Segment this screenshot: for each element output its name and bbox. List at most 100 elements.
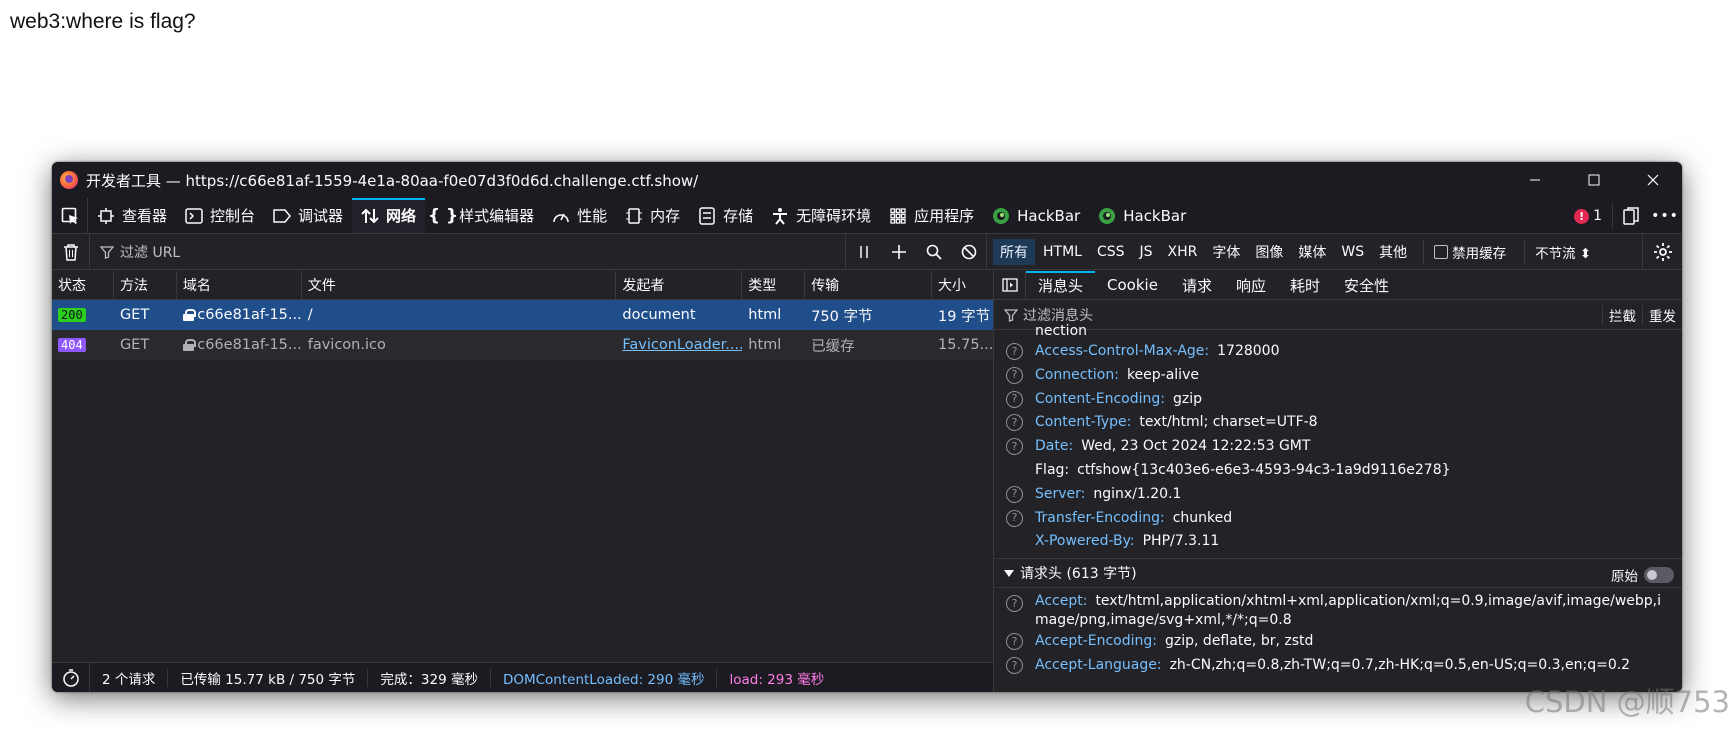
- tab-console[interactable]: 控制台: [176, 198, 264, 233]
- dock-icon: [1622, 207, 1639, 225]
- tab-accessibility[interactable]: 无障碍环境: [762, 198, 880, 233]
- lock-icon: [182, 309, 197, 321]
- tab-label: 内存: [650, 207, 681, 225]
- type-filter-image[interactable]: 图像: [1248, 239, 1290, 265]
- disable-cache-checkbox[interactable]: 禁用缓存: [1423, 239, 1506, 264]
- debugger-icon: [273, 207, 292, 225]
- add-button[interactable]: [881, 244, 916, 259]
- raw-toggle[interactable]: 原始: [1611, 565, 1674, 585]
- cell-transfer: 750 字节: [811, 308, 873, 325]
- tab-network[interactable]: 网络: [352, 198, 426, 233]
- tab-response[interactable]: 响应: [1224, 271, 1278, 299]
- performance-analysis-button[interactable]: [52, 662, 90, 692]
- column-domain[interactable]: 域名: [177, 271, 302, 299]
- type-filter-ws[interactable]: WS: [1334, 241, 1371, 263]
- header-row-flag: Flag: ctfshow{13c403e6-e6e3-4593-94c3-1a9…: [994, 459, 1682, 483]
- tab-timings[interactable]: 耗时: [1278, 271, 1332, 299]
- type-filter-other[interactable]: 其他: [1372, 239, 1414, 265]
- tab-label: 存储: [723, 207, 754, 225]
- more-options-button[interactable]: •••: [1648, 208, 1682, 224]
- minimize-icon: [1529, 179, 1540, 181]
- throttle-select[interactable]: 不节流 ⬍: [1524, 239, 1591, 264]
- tab-hackbar-2[interactable]: HackBar: [1089, 198, 1195, 233]
- cell-size: 15.75...: [938, 337, 993, 353]
- hackbar-icon: [992, 207, 1010, 225]
- memory-icon: [625, 207, 643, 225]
- tab-style-editor[interactable]: { } 样式编辑器: [425, 198, 543, 233]
- tab-label: 无障碍环境: [796, 207, 872, 225]
- cell-initiator: document: [622, 307, 696, 323]
- error-count-badge[interactable]: ! 1: [1564, 208, 1612, 224]
- table-row[interactable]: 404 GET c66e81af-15... favicon.ico Favic…: [52, 330, 993, 360]
- tab-memory[interactable]: 内存: [616, 198, 689, 233]
- hackbar-icon: [1098, 207, 1116, 225]
- block-button[interactable]: [951, 244, 986, 260]
- cell-domain: c66e81af-15...: [197, 337, 302, 353]
- toggle-panel-button[interactable]: [994, 271, 1026, 299]
- filter-url-placeholder: 过滤 URL: [120, 244, 181, 261]
- settings-button[interactable]: [1642, 234, 1682, 270]
- column-size[interactable]: 大小: [932, 271, 993, 299]
- header-row: ? Server: nginx/1.20.1: [994, 483, 1682, 507]
- network-filter-bar: 过滤 URL 所有 HTML CSS JS XHR 字体 图像 媒体 WS 其他…: [52, 233, 1682, 270]
- cell-domain: c66e81af-15...: [197, 307, 302, 323]
- cell-transfer: 已缓存: [811, 338, 855, 355]
- load-time: load: 293 毫秒: [729, 671, 825, 688]
- minimize-button[interactable]: [1505, 162, 1564, 198]
- cell-method: GET: [119, 337, 150, 353]
- tab-label: 控制台: [210, 207, 256, 225]
- tab-debugger[interactable]: 调试器: [264, 198, 352, 233]
- column-method[interactable]: 方法: [114, 271, 177, 299]
- header-row: ? Accept: text/html,application/xhtml+xml,…: [994, 588, 1682, 630]
- type-filter-font[interactable]: 字体: [1205, 239, 1247, 265]
- maximize-button[interactable]: [1564, 162, 1623, 198]
- type-filter-html[interactable]: HTML: [1036, 241, 1089, 263]
- help-icon[interactable]: ?: [1006, 343, 1023, 360]
- help-icon[interactable]: ?: [1006, 438, 1023, 456]
- tab-storage[interactable]: 存储: [689, 198, 762, 233]
- help-icon[interactable]: ?: [1006, 656, 1023, 674]
- column-initiator[interactable]: 发起者: [616, 271, 743, 299]
- type-filter-all[interactable]: 所有: [993, 238, 1035, 265]
- help-icon[interactable]: ?: [1006, 485, 1023, 503]
- header-row: ? Access-Control-Max-Age: 1728000: [994, 340, 1682, 364]
- raw-label: 原始: [1611, 569, 1638, 586]
- type-filter-css[interactable]: CSS: [1090, 241, 1132, 263]
- filter-url-input[interactable]: 过滤 URL: [90, 233, 846, 270]
- tab-inspector[interactable]: 查看器: [88, 198, 176, 233]
- tab-application[interactable]: 应用程序: [880, 198, 983, 233]
- type-filter-media[interactable]: 媒体: [1291, 239, 1333, 265]
- cell-file: /: [307, 307, 313, 323]
- type-filter-js[interactable]: JS: [1133, 241, 1160, 263]
- type-filter-xhr[interactable]: XHR: [1161, 241, 1205, 263]
- table-row[interactable]: 200 GET c66e81af-15... / document html 7…: [52, 300, 993, 330]
- dom-content-loaded-time: DOMContentLoaded: 290 毫秒: [491, 668, 718, 688]
- help-icon[interactable]: ?: [1006, 595, 1023, 613]
- request-list-panel: 状态 方法 域名 文件 发起者 类型 传输 大小 200 GET c66e81a…: [52, 271, 994, 692]
- initiator-link[interactable]: FaviconLoader....: [622, 337, 742, 353]
- tab-cookies[interactable]: Cookie: [1095, 271, 1170, 299]
- tab-headers[interactable]: 消息头: [1026, 271, 1096, 299]
- help-icon[interactable]: ?: [1006, 633, 1023, 651]
- search-button[interactable]: [916, 244, 951, 260]
- help-icon[interactable]: ?: [1006, 366, 1023, 384]
- column-status[interactable]: 状态: [52, 271, 114, 299]
- tab-performance[interactable]: 性能: [543, 198, 616, 233]
- column-file[interactable]: 文件: [302, 271, 617, 299]
- help-icon[interactable]: ?: [1006, 414, 1023, 432]
- help-icon[interactable]: ?: [1006, 390, 1023, 408]
- close-button[interactable]: [1623, 162, 1682, 198]
- tab-request[interactable]: 请求: [1170, 271, 1224, 299]
- tab-hackbar-1[interactable]: HackBar: [983, 198, 1089, 233]
- tab-label: 性能: [577, 207, 608, 225]
- column-type[interactable]: 类型: [742, 271, 806, 299]
- window-title: 开发者工具 — https://c66e81af-1559-4e1a-80aa-…: [86, 171, 699, 190]
- help-icon[interactable]: ?: [1006, 509, 1023, 527]
- column-transfer[interactable]: 传输: [805, 271, 933, 299]
- clear-button[interactable]: [52, 233, 90, 270]
- dock-toggle-button[interactable]: [1612, 204, 1648, 228]
- request-headers-section[interactable]: 请求头 (613 字节) 原始: [994, 558, 1682, 589]
- element-picker-button[interactable]: [52, 198, 88, 233]
- pause-button[interactable]: [846, 245, 881, 259]
- tab-security[interactable]: 安全性: [1332, 271, 1401, 299]
